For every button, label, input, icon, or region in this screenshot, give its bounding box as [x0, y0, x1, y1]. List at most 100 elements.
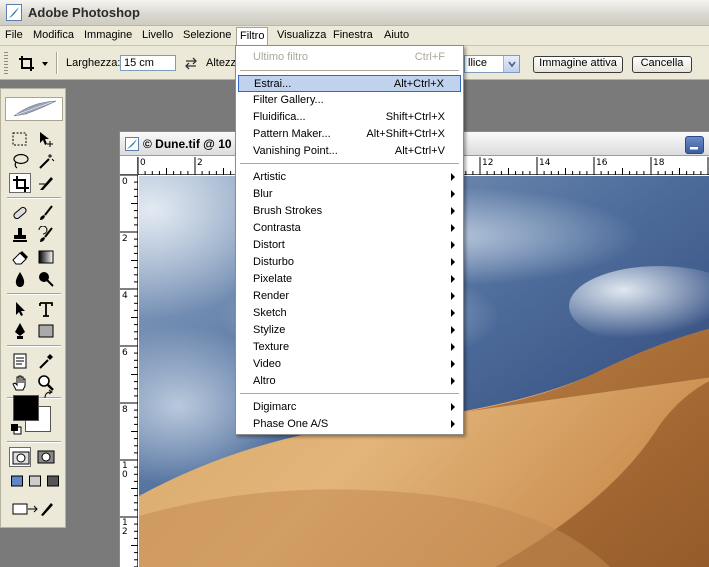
chevron-down-icon[interactable] [503, 56, 519, 72]
vertical-ruler[interactable]: 0 2 4 6 8 1 0 1 2 [120, 175, 138, 567]
menu-item-pixelate[interactable]: Pixelate [238, 271, 461, 288]
menu-item-brush-strokes[interactable]: Brush Strokes [238, 203, 461, 220]
ruler-label: 8 [122, 405, 128, 415]
move-tool[interactable] [35, 129, 57, 149]
blur-tool[interactable] [9, 269, 31, 289]
window-title: Adobe Photoshop [28, 5, 140, 20]
standard-mode-icon [12, 451, 30, 465]
menu-item-texture[interactable]: Texture [238, 339, 461, 356]
menu-aiuto[interactable]: Aiuto [384, 29, 409, 41]
menu-livello[interactable]: Livello [142, 29, 173, 41]
feather-icon [13, 100, 57, 117]
shape-icon [38, 324, 54, 338]
menu-item-noise[interactable]: Disturbo [238, 254, 461, 271]
submenu-arrow-icon [451, 360, 455, 368]
path-select-icon [16, 302, 25, 316]
jump-to-imageready-button[interactable] [9, 499, 57, 519]
menu-item-blur[interactable]: Blur [238, 186, 461, 203]
menu-modifica[interactable]: Modifica [33, 29, 74, 41]
menu-item-sharpen[interactable]: Contrasta [238, 220, 461, 237]
gradient-tool[interactable] [35, 247, 57, 267]
menu-item-render[interactable]: Render [238, 288, 461, 305]
default-colors-icon[interactable] [10, 423, 22, 435]
quick-mask-button[interactable] [35, 447, 57, 467]
resolution-unit-select[interactable]: llice [464, 55, 520, 73]
menu-item-video[interactable]: Video [238, 356, 461, 373]
magic-wand-tool[interactable] [35, 151, 57, 171]
menu-item-extract[interactable]: Estrai... Alt+Ctrl+X [238, 75, 461, 92]
submenu-arrow-icon [451, 258, 455, 266]
options-bar-grip[interactable] [4, 52, 8, 74]
brush-tool[interactable] [35, 203, 57, 223]
menu-item-phase-one[interactable]: Phase One A/S [238, 416, 461, 433]
submenu-arrow-icon [451, 224, 455, 232]
menu-file[interactable]: File [5, 29, 23, 41]
menu-item-digimarc[interactable]: Digimarc [238, 399, 461, 416]
ruler-label: 0 [140, 158, 146, 168]
standard-screen-button[interactable] [9, 473, 23, 493]
healing-brush-tool[interactable] [9, 203, 31, 223]
clone-stamp-tool[interactable] [9, 225, 31, 245]
gradient-icon [38, 250, 54, 264]
ruler-origin[interactable] [120, 157, 138, 175]
pen-tool[interactable] [9, 321, 31, 341]
photoshop-feather-icon [6, 4, 22, 21]
resolution-unit-value: llice [468, 57, 487, 69]
menu-item-distort[interactable]: Distort [238, 237, 461, 254]
menu-item-pattern-maker[interactable]: Pattern Maker... Alt+Shift+Ctrl+X [238, 126, 461, 143]
adobe-online-button[interactable] [5, 97, 63, 121]
swap-dimensions-icon[interactable] [184, 56, 198, 70]
history-brush-tool[interactable] [35, 225, 57, 245]
full-screen-menu-icon [29, 475, 41, 487]
menu-item-vanishing-point[interactable]: Vanishing Point... Alt+Ctrl+V [238, 143, 461, 160]
eraser-tool[interactable] [9, 247, 31, 267]
submenu-arrow-icon [451, 326, 455, 334]
menu-immagine[interactable]: Immagine [84, 29, 132, 41]
submenu-arrow-icon [451, 207, 455, 215]
menu-item-stylize[interactable]: Stylize [238, 322, 461, 339]
width-field[interactable]: 15 cm [120, 55, 176, 71]
standard-mode-button[interactable] [9, 447, 31, 467]
menu-visualizza[interactable]: Visualizza [277, 29, 326, 41]
marquee-tool[interactable] [9, 129, 31, 149]
standard-screen-icon [11, 475, 23, 487]
ruler-label: 18 [653, 158, 665, 168]
menu-separator [240, 163, 459, 164]
foreground-color-swatch-front[interactable] [13, 395, 39, 421]
dodge-tool[interactable] [35, 269, 57, 289]
type-tool[interactable] [35, 299, 57, 319]
minimize-button[interactable] [685, 136, 704, 154]
menu-selezione[interactable]: Selezione [183, 29, 231, 41]
imageready-icon [12, 503, 53, 516]
ruler-label: 4 [122, 291, 128, 301]
hand-tool[interactable] [9, 373, 31, 393]
menu-filtro[interactable]: Filtro [236, 27, 269, 46]
swap-colors-icon[interactable] [43, 389, 55, 401]
menu-separator [240, 393, 459, 394]
full-screen-menu-button[interactable] [27, 473, 41, 493]
menu-item-sketch[interactable]: Sketch [238, 305, 461, 322]
eyedropper-icon [39, 354, 53, 369]
lasso-tool[interactable] [9, 151, 31, 171]
tool-separator [7, 441, 61, 443]
notes-tool[interactable] [9, 351, 31, 371]
submenu-arrow-icon [451, 241, 455, 249]
crop-tool[interactable] [9, 173, 31, 193]
path-select-tool[interactable] [9, 299, 31, 319]
eyedropper-tool[interactable] [35, 351, 57, 371]
ruler-label: 14 [539, 158, 551, 168]
crop-icon[interactable] [16, 53, 50, 75]
full-screen-button[interactable] [45, 473, 59, 493]
menu-item-filter-gallery[interactable]: Filter Gallery... [238, 92, 461, 109]
slice-tool[interactable] [35, 173, 57, 193]
menu-finestra[interactable]: Finestra [333, 29, 373, 41]
magic-wand-icon [39, 154, 55, 169]
ruler-label: 1 2 [122, 518, 128, 537]
cancel-button[interactable]: Cancella [632, 56, 692, 73]
menu-item-other[interactable]: Altro [238, 373, 461, 390]
shape-tool[interactable] [35, 321, 57, 341]
ruler-label: 6 [122, 348, 128, 358]
menu-item-artistic[interactable]: Artistic [238, 169, 461, 186]
menu-item-liquify[interactable]: Fluidifica... Shift+Ctrl+X [238, 109, 461, 126]
front-image-button[interactable]: Immagine attiva [533, 56, 623, 73]
